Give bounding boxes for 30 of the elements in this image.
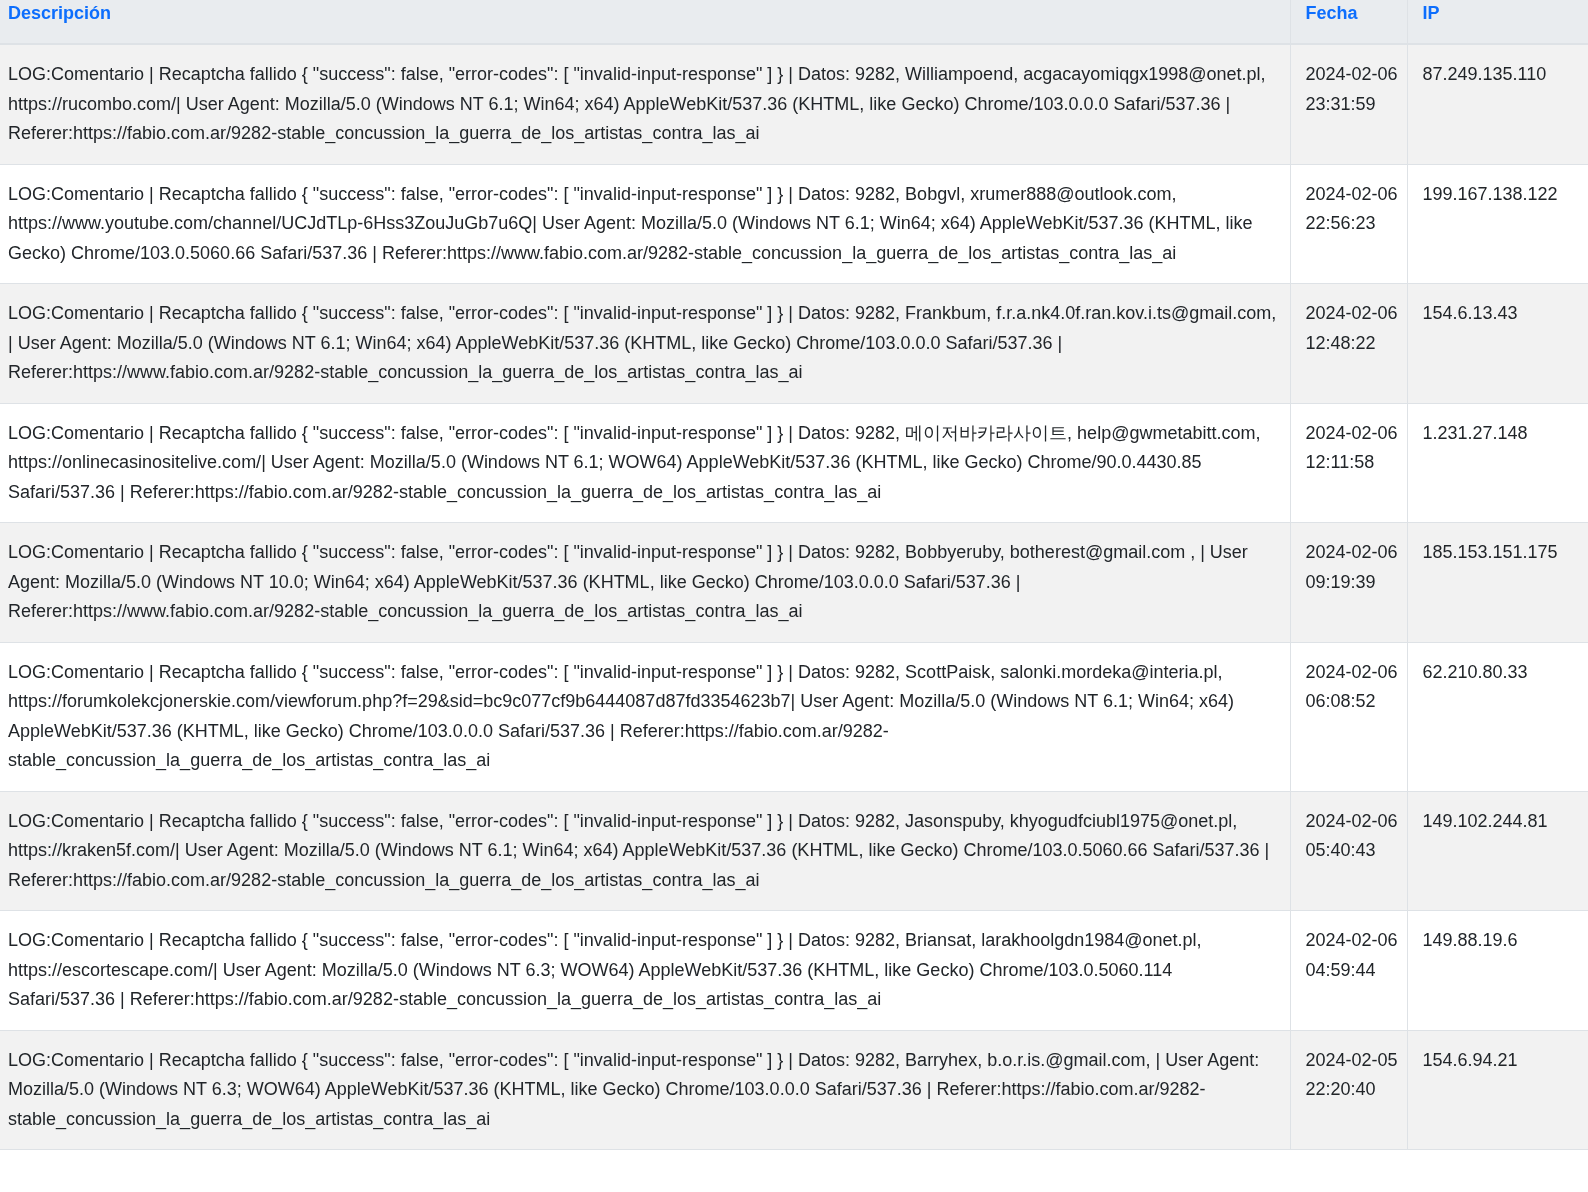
description-cell: LOG:Comentario | Recaptcha fallido { "success": false, "error-codes": [ "invalid-input-response" ] } | Datos: 9282, ScottPaisk, salonki.mordeka@interia.pl, https://forumkolekcjonerskie.com/viewforum.php?f=29&sid=bc9c077cf9b6444087d87fd3354623b7| User Agent: Mozilla/5.0 (Windows NT 6.1; Win64; x64) AppleWebKit/537.36 (KHTML, like Gecko) Chrome/103.0.0.0 Safari/537.36 | Referer:https://fabio.com.ar/9282-stable_concussion_la_guerra_de_los_artistas_contra_las_ai bbox=[0, 642, 1290, 791]
date-cell: 2024-02-06 22:56:23 bbox=[1290, 164, 1407, 284]
ip-cell: 149.88.19.6 bbox=[1407, 910, 1588, 1030]
ip-cell: 87.249.135.110 bbox=[1407, 44, 1588, 164]
ip-cell: 154.6.13.43 bbox=[1407, 283, 1588, 403]
description-cell: LOG:Comentario | Recaptcha fallido { "success": false, "error-codes": [ "invalid-input-response" ] } | Datos: 9282, 메이저바카라사이트, help@gwmetabitt.com, https://onlinecasinositelive.com/| User Agent: Mozilla/5.0 (Windows NT 6.1; WOW64) AppleWebKit/537.36 (KHTML, like Gecko) Chrome/90.0.4430.85 Safari/537.36 | Referer:https://fabio.com.ar/9282-stable_concussion_la_guerra_de_los_artistas_contra_las_ai bbox=[0, 403, 1290, 523]
date-cell: 2024-02-06 05:40:43 bbox=[1290, 791, 1407, 911]
date-cell: 2024-02-06 12:48:22 bbox=[1290, 283, 1407, 403]
ip-cell: 149.102.244.81 bbox=[1407, 791, 1588, 911]
date-cell: 2024-02-06 09:19:39 bbox=[1290, 522, 1407, 642]
ip-cell: 185.153.151.175 bbox=[1407, 522, 1588, 642]
column-header: Fecha bbox=[1290, 0, 1407, 44]
ip-cell: 1.231.27.148 bbox=[1407, 403, 1588, 523]
description-cell: LOG:Comentario | Recaptcha fallido { "success": false, "error-codes": [ "invalid-input-response" ] } | Datos: 9282, Frankbum, f.r.a.nk4.0f.ran.kov.i.ts@gmail.com, | User Agent: Mozilla/5.0 (Windows NT 6.1; Win64; x64) AppleWebKit/537.36 (KHTML, like Gecko) Chrome/103.0.0.0 Safari/537.36 | Referer:https://www.fabio.com.ar/9282-stable_concussion_la_guerra_de_los_artistas_contra_las_ai bbox=[0, 283, 1290, 403]
description-cell: LOG:Comentario | Recaptcha fallido { "success": false, "error-codes": [ "invalid-input-response" ] } | Datos: 9282, Williampoend, acgacayomiqgx1998@onet.pl, https://rucombo.com/| User Agent: Mozilla/5.0 (Windows NT 6.1; Win64; x64) AppleWebKit/537.36 (KHTML, like Gecko) Chrome/103.0.0.0 Safari/537.36 | Referer:https://fabio.com.ar/9282-stable_concussion_la_guerra_de_los_artistas_contra_las_ai bbox=[0, 44, 1290, 164]
date-cell: 2024-02-05 22:20:40 bbox=[1290, 1030, 1407, 1150]
description-cell: LOG:Comentario | Recaptcha fallido { "success": false, "error-codes": [ "invalid-input-response" ] } | Datos: 9282, Barryhex, b.o.r.is.@gmail.com, | User Agent: Mozilla/5.0 (Windows NT 6.3; WOW64) AppleWebKit/537.36 (KHTML, like Gecko) Chrome/103.0.0.0 Safari/537.36 | Referer:https://fabio.com.ar/9282-stable_concussion_la_guerra_de_los_artistas_contra_las_ai bbox=[0, 1030, 1290, 1150]
date-cell: 2024-02-06 12:11:58 bbox=[1290, 403, 1407, 523]
ip-cell: 62.210.80.33 bbox=[1407, 642, 1588, 791]
ip-cell: 199.167.138.122 bbox=[1407, 164, 1588, 284]
ip-cell: 154.6.94.21 bbox=[1407, 1030, 1588, 1150]
description-cell: LOG:Comentario | Recaptcha fallido { "success": false, "error-codes": [ "invalid-input-response" ] } | Datos: 9282, Bobgvl, xrumer888@outlook.com, https://www.youtube.com/channel/UCJdTLp-6Hss3ZouJuGb7u6Q| User Agent: Mozilla/5.0 (Windows NT 6.1; Win64; x64) AppleWebKit/537.36 (KHTML, like Gecko) Chrome/103.0.5060.66 Safari/537.36 | Referer:https://www.fabio.com.ar/9282-stable_concussion_la_guerra_de_los_artistas_contra_las_ai bbox=[0, 164, 1290, 284]
description-cell: LOG:Comentario | Recaptcha fallido { "success": false, "error-codes": [ "invalid-input-response" ] } | Datos: 9282, Bobbyeruby, botherest@gmail.com , | User Agent: Mozilla/5.0 (Windows NT 10.0; Win64; x64) AppleWebKit/537.36 (KHTML, like Gecko) Chrome/103.0.0.0 Safari/537.36 | Referer:https://www.fabio.com.ar/9282-stable_concussion_la_guerra_de_los_artistas_contra_las_ai bbox=[0, 522, 1290, 642]
column-header: Descripción bbox=[0, 0, 1290, 44]
date-cell: 2024-02-06 06:08:52 bbox=[1290, 642, 1407, 791]
description-cell: LOG:Comentario | Recaptcha fallido { "success": false, "error-codes": [ "invalid-input-response" ] } | Datos: 9282, Briansat, larakhoolgdn1984@onet.pl, https://escortescape.com/| User Agent: Mozilla/5.0 (Windows NT 6.3; WOW64) AppleWebKit/537.36 (KHTML, like Gecko) Chrome/103.0.5060.114 Safari/537.36 | Referer:https://fabio.com.ar/9282-stable_concussion_la_guerra_de_los_artistas_contra_las_ai bbox=[0, 910, 1290, 1030]
date-cell: 2024-02-06 04:59:44 bbox=[1290, 910, 1407, 1030]
column-header: IP bbox=[1407, 0, 1588, 44]
description-cell: LOG:Comentario | Recaptcha fallido { "success": false, "error-codes": [ "invalid-input-response" ] } | Datos: 9282, Jasonspuby, khyogudfciubl1975@onet.pl, https://kraken5f.com/| User Agent: Mozilla/5.0 (Windows NT 6.1; Win64; x64) AppleWebKit/537.36 (KHTML, like Gecko) Chrome/103.0.5060.66 Safari/537.36 | Referer:https://fabio.com.ar/9282-stable_concussion_la_guerra_de_los_artistas_contra_las_ai bbox=[0, 791, 1290, 911]
date-cell: 2024-02-06 23:31:59 bbox=[1290, 44, 1407, 164]
